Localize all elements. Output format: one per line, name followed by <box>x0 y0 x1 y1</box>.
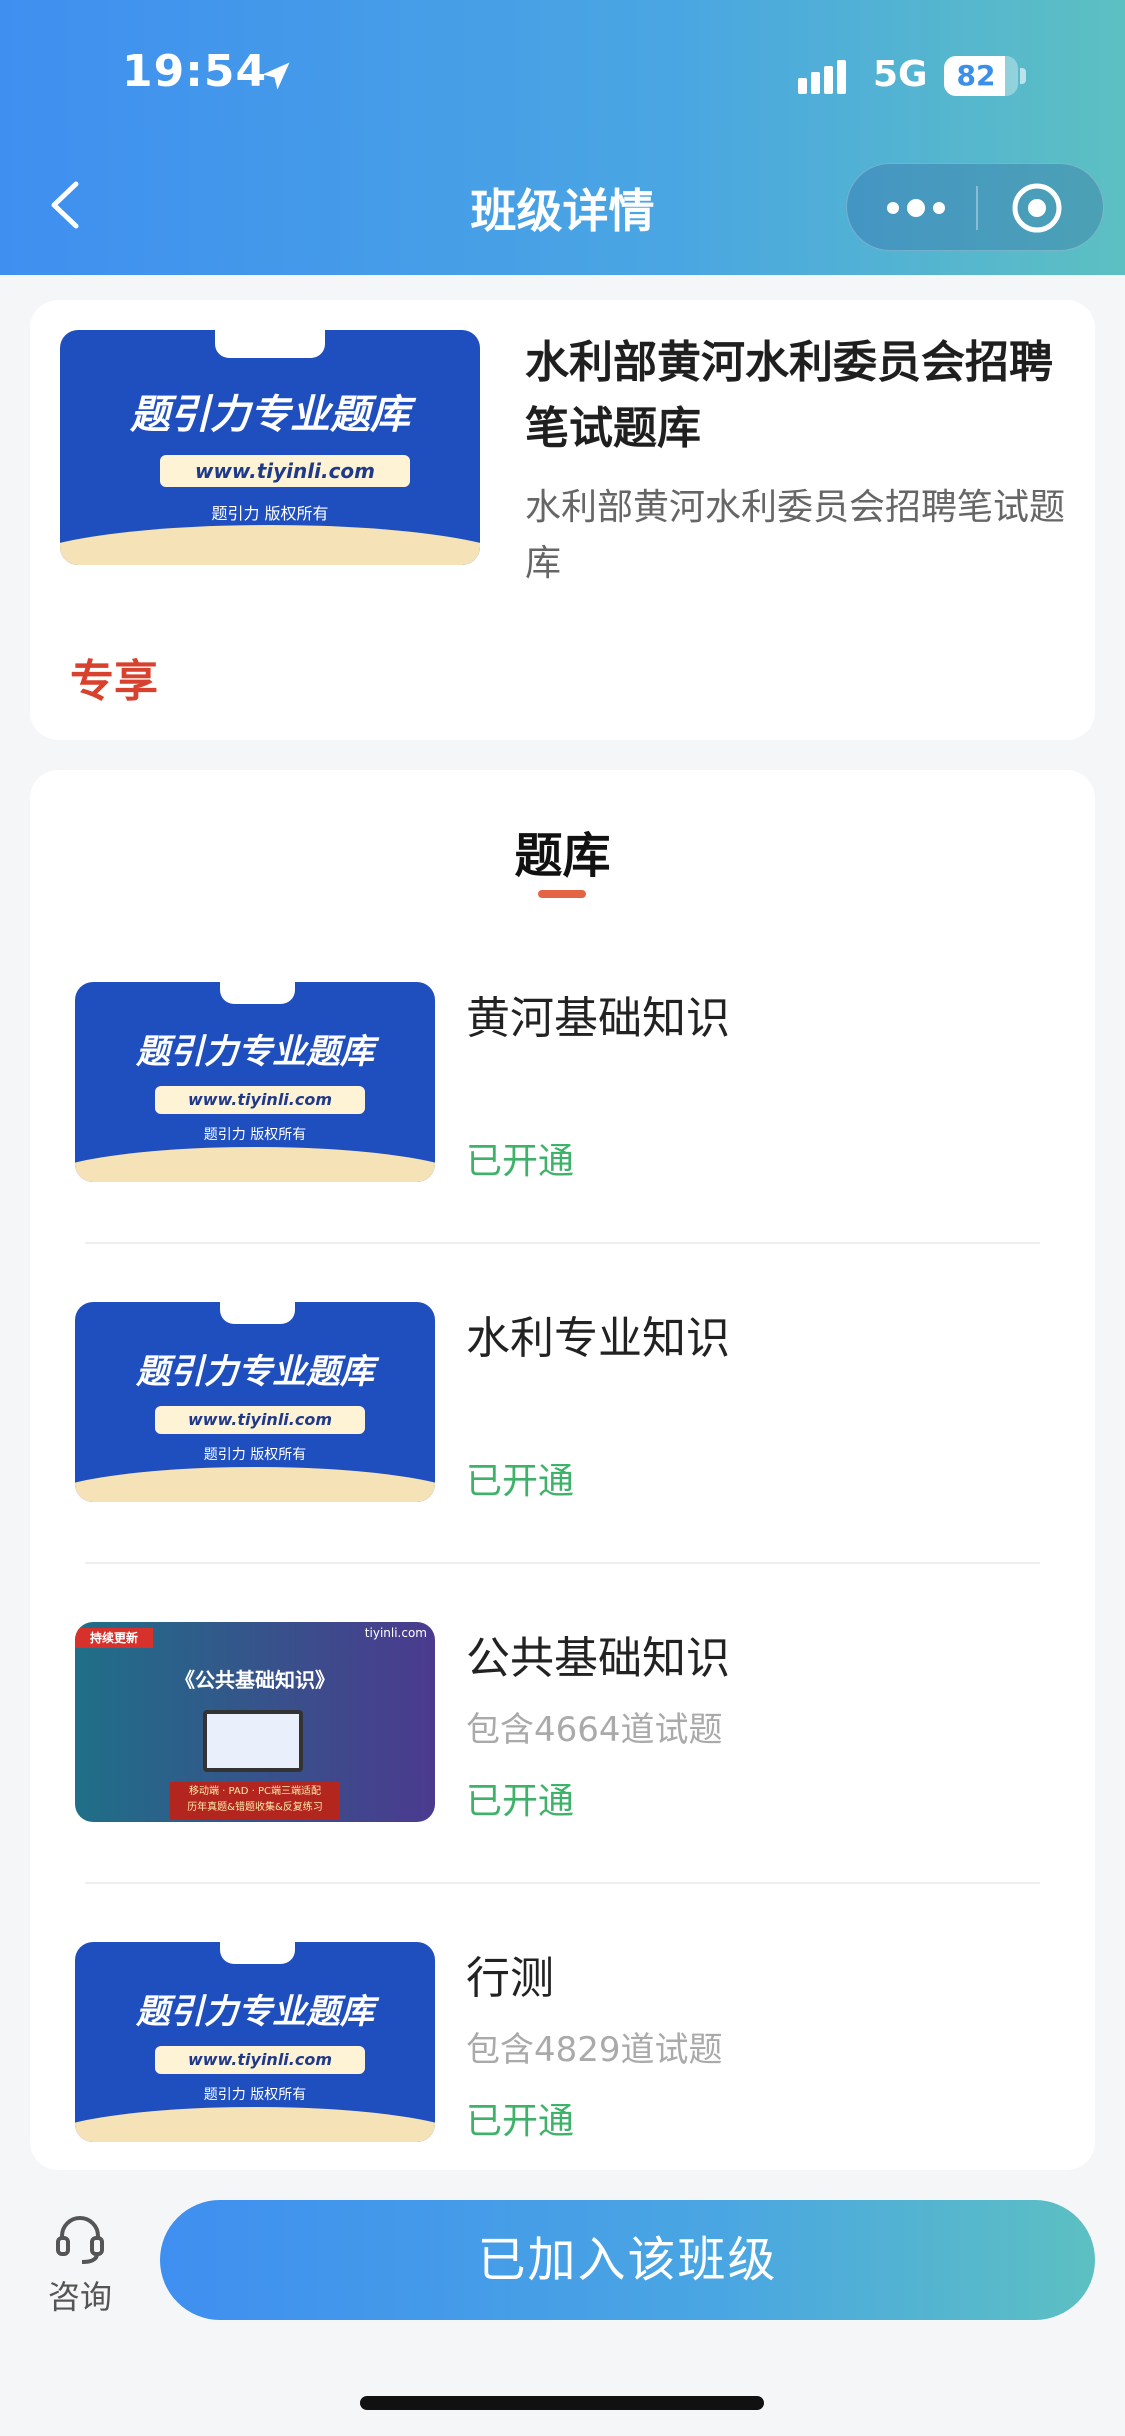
class-title: 水利部黄河水利委员会招聘笔试题库 <box>525 337 1053 454</box>
cover-title: 题引力专业题库 <box>136 1032 374 1072</box>
divider <box>85 1562 1040 1564</box>
target-close-icon[interactable] <box>1011 182 1063 234</box>
bank-item-title: 公共基础知识 <box>466 1633 730 1684</box>
cover-badge: 持续更新 <box>75 1628 153 1648</box>
bank-item-subtitle: 包含4664道试题 <box>466 1710 723 1750</box>
divider <box>85 1882 1040 1884</box>
cover-copyright: 题引力 版权所有 <box>203 1447 307 1463</box>
device-illustration <box>203 1710 303 1772</box>
class-description: 水利部黄河水利委员会招聘笔试题库 <box>525 487 1066 584</box>
cover-title: 题引力专业题库 <box>130 392 410 438</box>
bank-item-cover: 题引力专业题库 www.tiyinli.com 题引力 版权所有 <box>75 1302 435 1502</box>
bottom-action-bar: 咨询 已加入该班级 <box>0 2170 1125 2436</box>
cover-url: www.tiyinli.com <box>160 455 410 487</box>
question-bank-section: 题库 题引力专业题库 www.tiyinli.com 题引力 版权所有 黄河基础… <box>30 770 1095 2170</box>
cover-copyright: 题引力 版权所有 <box>203 2087 307 2103</box>
cover-url: www.tiyinli.com <box>155 2046 365 2074</box>
cover-title: 题引力专业题库 <box>136 1352 374 1392</box>
signal-icon <box>798 60 846 94</box>
cover-copyright: 题引力 版权所有 <box>203 1127 307 1143</box>
exclusive-label: 专享 <box>70 656 158 707</box>
more-dots-icon[interactable] <box>883 190 949 226</box>
section-title: 题库 <box>514 828 611 884</box>
bank-item-status: 已开通 <box>466 1781 575 1822</box>
bank-item-cover: 题引力专业题库 www.tiyinli.com 题引力 版权所有 <box>75 982 435 1182</box>
bank-item[interactable]: 题引力专业题库 www.tiyinli.com 题引力 版权所有 水利专业知识 … <box>30 1302 1095 1622</box>
joined-class-button[interactable]: 已加入该班级 <box>160 2200 1095 2320</box>
bank-item-status: 已开通 <box>466 2101 575 2142</box>
cover-copyright: 题引力 版权所有 <box>211 504 329 523</box>
headset-icon <box>56 2216 104 2264</box>
header: 19:54 5G 82 班级详情 <box>0 0 1125 275</box>
home-indicator <box>360 2396 764 2410</box>
cover-title: 《公共基础知识》 <box>175 1668 335 1692</box>
location-arrow-icon <box>262 62 290 90</box>
bank-item-title: 行测 <box>466 1953 554 2004</box>
capsule-divider <box>976 186 978 230</box>
status-time: 19:54 <box>122 46 268 97</box>
bank-item-title: 黄河基础知识 <box>466 993 730 1044</box>
bank-item-title: 水利专业知识 <box>466 1313 730 1364</box>
battery: 82 <box>944 56 1018 96</box>
class-info-card: 题引力专业题库 www.tiyinli.com 题引力 版权所有 水利部黄河水利… <box>30 300 1095 740</box>
cover-url: www.tiyinli.com <box>155 1406 365 1434</box>
bank-item-cover: 题引力专业题库 www.tiyinli.com 题引力 版权所有 <box>75 1942 435 2142</box>
bank-item[interactable]: 题引力专业题库 www.tiyinli.com 题引力 版权所有 黄河基础知识 … <box>30 982 1095 1302</box>
cover-line2: 历年真题&错题收集&反复练习 <box>187 1802 323 1813</box>
bank-item-status: 已开通 <box>466 1461 575 1502</box>
bank-item[interactable]: 持续更新 tiyinli.com 《公共基础知识》 移动端 · PAD · PC… <box>30 1622 1095 1942</box>
mini-program-capsule <box>846 163 1104 251</box>
bank-item-subtitle: 包含4829道试题 <box>466 2030 723 2070</box>
consult-button[interactable]: 咨询 <box>28 2210 132 2320</box>
network-type: 5G <box>873 54 928 95</box>
battery-tip <box>1020 68 1026 84</box>
consult-label: 咨询 <box>47 2278 112 2316</box>
bank-item-cover: 持续更新 tiyinli.com 《公共基础知识》 移动端 · PAD · PC… <box>75 1622 435 1822</box>
cover-title: 题引力专业题库 <box>136 1992 374 2032</box>
battery-percent: 82 <box>956 59 996 92</box>
bank-item-status: 已开通 <box>466 1141 575 1182</box>
divider <box>85 1242 1040 1244</box>
class-cover-image: 题引力专业题库 www.tiyinli.com 题引力 版权所有 <box>60 330 480 565</box>
cover-url: www.tiyinli.com <box>155 1086 365 1114</box>
cover-banner-text: 移动端 · PAD · PC端三端适配 历年真题&错题收集&反复练习 <box>170 1784 340 1816</box>
section-underline <box>538 890 586 898</box>
cover-line1: 移动端 · PAD · PC端三端适配 <box>188 1786 322 1797</box>
cover-url: tiyinli.com <box>364 1626 427 1640</box>
